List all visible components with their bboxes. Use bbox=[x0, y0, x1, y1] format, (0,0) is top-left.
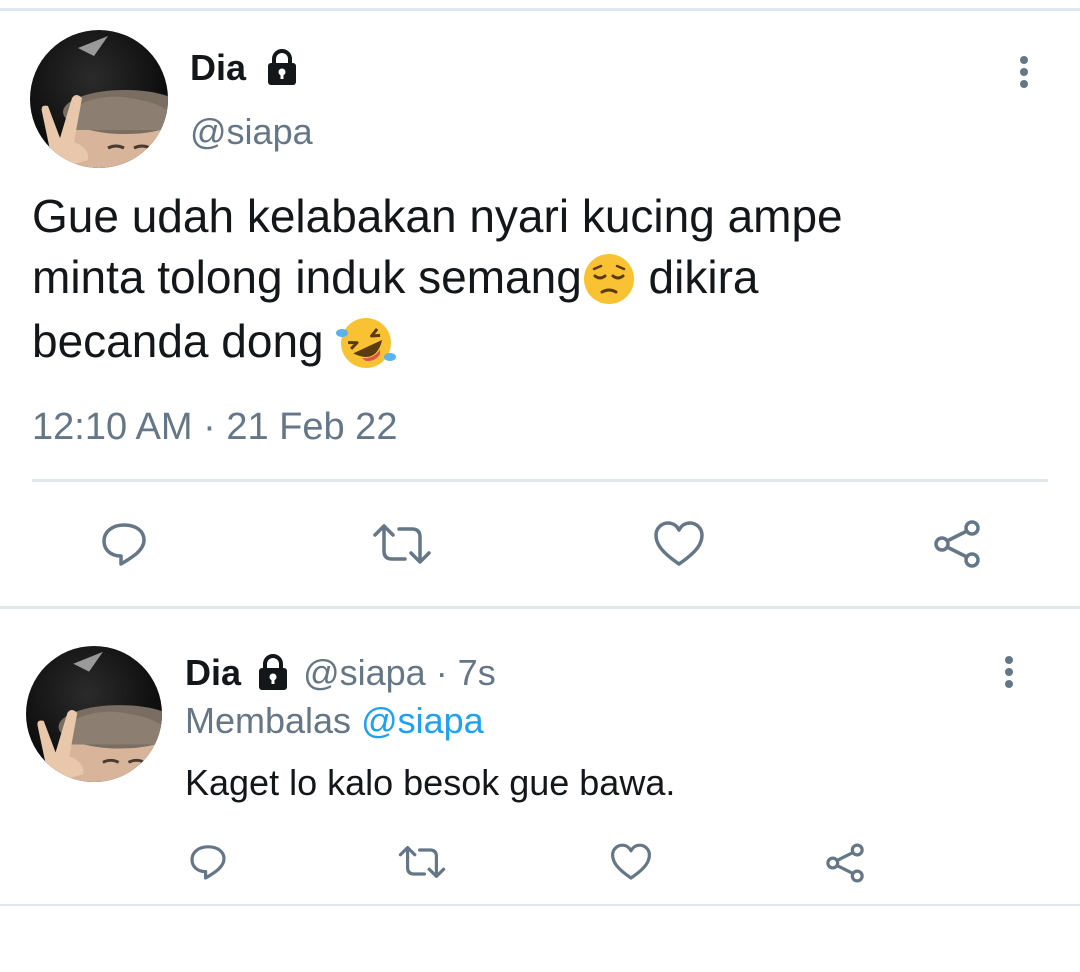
reply-icon bbox=[190, 845, 226, 880]
retweet-button[interactable] bbox=[370, 518, 434, 570]
reply-header: Dia @siapa · 7s bbox=[185, 651, 496, 698]
reply-more-options-icon[interactable] bbox=[1002, 656, 1016, 688]
reply-like-button[interactable] bbox=[608, 840, 654, 884]
like-button[interactable] bbox=[650, 518, 708, 570]
replying-to-link[interactable]: @siapa bbox=[361, 700, 484, 741]
section-divider bbox=[0, 606, 1080, 609]
tweet-text-line-1: Gue udah kelabakan nyari kucing ampe bbox=[32, 190, 843, 242]
reply-avatar[interactable] bbox=[26, 646, 162, 782]
tweet-text-line-3: becanda dong bbox=[32, 311, 1042, 375]
author-name[interactable]: Dia bbox=[190, 46, 302, 93]
author-name-text[interactable]: Dia bbox=[190, 47, 246, 88]
lock-icon bbox=[262, 47, 302, 93]
author-handle[interactable]: @siapa bbox=[190, 110, 313, 154]
tweet-text-line-2-a: minta tolong induk semang bbox=[32, 251, 582, 303]
replying-to-line: Membalas @siapa bbox=[185, 699, 484, 743]
reply-author-handle[interactable]: @siapa bbox=[303, 652, 426, 693]
reply-icon bbox=[102, 523, 146, 566]
share-icon bbox=[826, 843, 864, 883]
reply-button[interactable] bbox=[96, 518, 152, 570]
divider bbox=[32, 479, 1048, 482]
lock-icon bbox=[253, 652, 293, 698]
share-icon bbox=[934, 520, 980, 568]
avatar-photo bbox=[41, 36, 168, 168]
tweet-text-line-2: minta tolong induk semang dikira bbox=[32, 247, 1042, 311]
tweet-text: Gue udah kelabakan nyari kucing ampe min… bbox=[32, 186, 1042, 376]
reply-time: · 7s bbox=[435, 652, 496, 693]
top-border bbox=[0, 0, 1080, 11]
retweet-icon bbox=[398, 846, 446, 878]
more-options-icon[interactable] bbox=[1017, 56, 1031, 88]
reply-author-name[interactable]: Dia bbox=[185, 652, 241, 693]
reply-reply-button[interactable] bbox=[186, 840, 230, 884]
reply-retweet-button[interactable] bbox=[396, 840, 448, 884]
replying-prefix: Membalas bbox=[185, 700, 352, 741]
share-button[interactable] bbox=[928, 516, 986, 572]
rolling-laughing-emoji bbox=[336, 315, 397, 376]
retweet-icon bbox=[373, 524, 431, 564]
bottom-divider bbox=[0, 904, 1080, 906]
reply-avatar-photo bbox=[37, 651, 162, 782]
pensive-face-emoji bbox=[582, 250, 636, 311]
avatar[interactable] bbox=[30, 30, 168, 168]
like-icon bbox=[611, 843, 651, 880]
reply-share-button[interactable] bbox=[822, 840, 868, 886]
tweet-timestamp[interactable]: 12:10 AM · 21 Feb 22 bbox=[32, 404, 397, 450]
tweet-text-line-3-a: becanda dong bbox=[32, 315, 337, 368]
reply-text: Kaget lo kalo besok gue bawa. bbox=[185, 762, 676, 803]
tweet-text-line-2-b: dikira bbox=[635, 251, 759, 303]
like-icon bbox=[654, 521, 704, 566]
